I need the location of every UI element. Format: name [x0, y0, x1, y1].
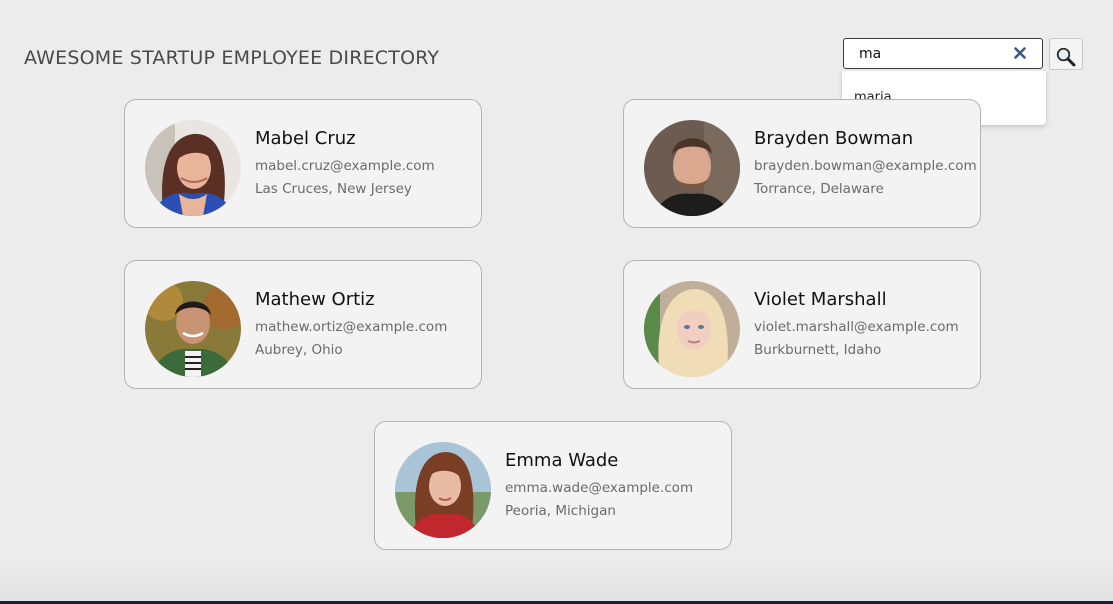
page-title: AWESOME STARTUP EMPLOYEE DIRECTORY [24, 47, 440, 69]
employee-location: Burkburnett, Idaho [754, 342, 882, 358]
employee-card[interactable]: Brayden Bowman brayden.bowman@example.co… [623, 99, 981, 228]
employee-name: Emma Wade [505, 450, 619, 471]
search-button[interactable] [1049, 38, 1083, 70]
avatar [644, 281, 740, 377]
avatar [395, 442, 491, 538]
close-icon[interactable] [1012, 45, 1028, 61]
employee-location: Torrance, Delaware [754, 181, 884, 197]
employee-location: Peoria, Michigan [505, 503, 616, 519]
search-input[interactable] [844, 39, 1019, 68]
employee-card[interactable]: Mabel Cruz mabel.cruz@example.com Las Cr… [124, 99, 482, 228]
employee-name: Brayden Bowman [754, 128, 914, 149]
employee-name: Mabel Cruz [255, 128, 356, 149]
avatar [644, 120, 740, 216]
page-bottom-shade [0, 560, 1113, 601]
employee-email: brayden.bowman@example.com [754, 158, 977, 174]
search-box[interactable] [843, 38, 1043, 69]
employee-name: Mathew Ortiz [255, 289, 375, 310]
employee-email: mathew.ortiz@example.com [255, 319, 448, 335]
employee-location: Aubrey, Ohio [255, 342, 343, 358]
employee-email: mabel.cruz@example.com [255, 158, 435, 174]
avatar [145, 281, 241, 377]
avatar [145, 120, 241, 216]
employee-card[interactable]: Emma Wade emma.wade@example.com Peoria, … [374, 421, 732, 550]
employee-email: emma.wade@example.com [505, 480, 694, 496]
employee-name: Violet Marshall [754, 289, 887, 310]
employee-location: Las Cruces, New Jersey [255, 181, 412, 197]
employee-email: violet.marshall@example.com [754, 319, 959, 335]
employee-card[interactable]: Violet Marshall violet.marshall@example.… [623, 260, 981, 389]
search-icon [1056, 47, 1076, 66]
employee-card[interactable]: Mathew Ortiz mathew.ortiz@example.com Au… [124, 260, 482, 389]
